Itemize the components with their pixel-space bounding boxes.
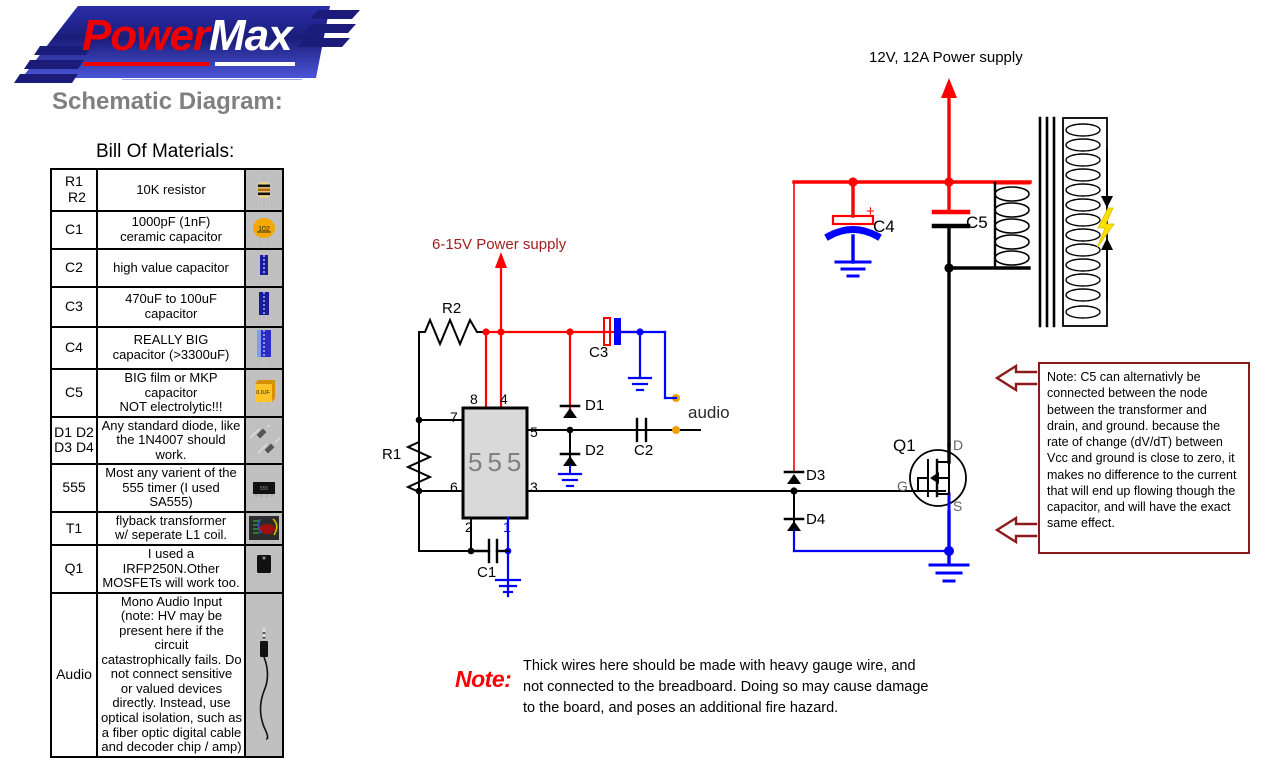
note-keyword: Note: [455,666,512,692]
diode-d4-symbol [783,490,805,531]
junction-dot [415,487,423,495]
ic-pin-2: 2 [465,519,473,535]
mosfet-pin-source: S [953,498,963,514]
ic-pin-1: 1 [503,519,511,535]
ic-pin-8: 8 [470,391,478,407]
component-label-c5: C5 [966,213,988,232]
audio-label: audio [688,403,730,422]
ic-pin-7: 7 [450,409,458,425]
junction-dot [415,416,423,424]
ic-right-pin-wires [526,429,946,492]
component-label-c4: C4 [873,217,895,236]
low-voltage-supply-arrow [495,252,507,334]
source-return-blue [792,529,951,553]
ground-symbol-d2 [557,472,583,488]
capacitor-c3-symbol [603,317,642,346]
note-callout-box: Note: C5 can alternativly be connected b… [1038,362,1250,554]
high-voltage-supply-label: 12V, 12A Power supply [869,49,1023,66]
audio-return-wire [638,330,667,400]
drain-wire-black [947,266,1031,447]
junction-dot [636,328,644,336]
note-text: Thick wires here should be made with hea… [523,658,929,717]
ic-pin-4: 4 [500,391,508,407]
capacitor-c4-symbol [824,214,882,264]
note-arrow-lower [994,515,1038,545]
component-label-d3: D3 [806,467,826,484]
component-label-d2: D2 [585,442,605,459]
low-voltage-supply-label: 6-15V Power supply [432,236,567,253]
bom-desc-line: a fiber optic digital cable [101,724,242,740]
component-label-q1: Q1 [893,436,916,455]
ground-symbol-c4 [834,260,872,278]
c4-polarity-plus: + [866,203,875,220]
diode-d2-symbol [559,429,581,475]
ground-symbol-audio [627,376,653,392]
component-label-d4: D4 [806,511,826,528]
ic-pin-3: 3 [530,479,538,495]
component-label-r1: R1 [382,446,402,463]
junction-dot [848,177,858,187]
junction-dot [482,328,490,336]
ic-pin-6: 6 [450,479,458,495]
note-arrow-upper [994,363,1038,393]
transformer-core [1038,116,1056,328]
ic-pin-5: 5 [530,424,538,440]
junction-dot [944,177,954,187]
transformer-primary-coil [993,181,1031,270]
circuit-schematic [405,78,1115,598]
bom-desc-line: and decoder chip / amp) [101,739,242,755]
junction-dot [944,546,954,556]
capacitor-c1-symbol [469,538,510,564]
junction-dot [566,328,574,336]
junction-dot [497,328,505,336]
resistor-r2-symbol [418,317,488,347]
transformer-secondary-coil [1062,117,1108,327]
diode-d3-symbol [783,470,805,484]
component-label-d1: D1 [585,397,605,414]
component-label-r2: R2 [442,300,462,317]
ic-555-label: 555 [468,447,527,477]
mosfet-pin-drain: D [953,437,964,453]
high-voltage-supply-arrow [941,78,957,184]
ground-symbol-source [928,563,970,583]
component-label-c3: C3 [589,344,609,361]
capacitor-c5-symbol [931,209,971,270]
component-label-c2: C2 [634,442,654,459]
component-label-c1: C1 [477,564,497,581]
audio-terminal-dot [672,426,680,434]
mosfet-pin-gate: G [897,478,908,494]
